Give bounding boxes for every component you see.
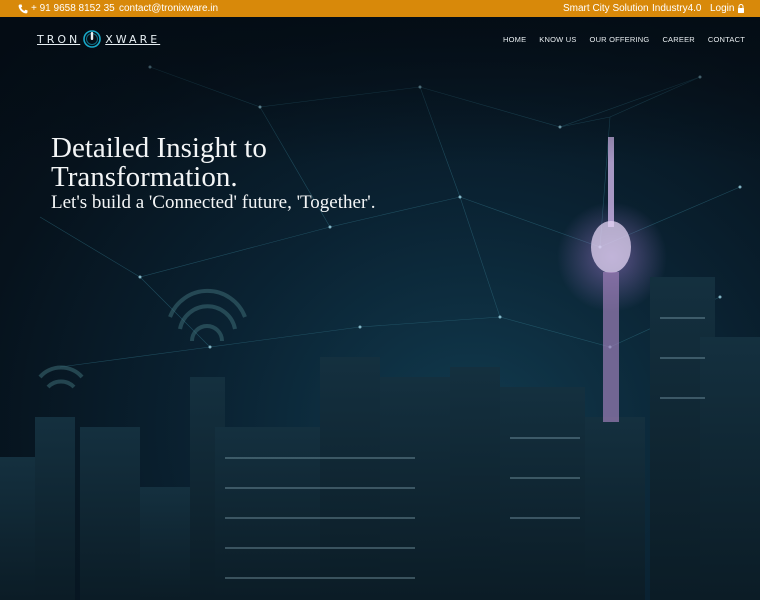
phone-icon xyxy=(18,4,28,13)
lock-icon xyxy=(738,4,745,13)
hero-headline-line-2: Transformation. xyxy=(51,161,238,193)
hero-section xyxy=(0,17,760,600)
nav-know-us[interactable]: KNOW US xyxy=(539,35,576,44)
login-label: Login xyxy=(710,3,735,14)
power-icon xyxy=(83,30,102,48)
hero-text: Detailed Insight to Transformation. Let'… xyxy=(51,134,375,214)
nav-home[interactable]: HOME xyxy=(503,35,526,44)
brand-logo[interactable]: TRON XWARE xyxy=(37,28,160,50)
hero-headline-line-1: Detailed Insight to xyxy=(51,132,267,164)
phone-contact[interactable]: + 91 9658 8152 35 xyxy=(18,0,115,17)
top-bar: + 91 9658 8152 35 contact@tronixware.in … xyxy=(0,0,760,17)
site-header: TRON XWARE HOME KNOW US OUR OFFERING CAR… xyxy=(0,17,760,61)
brand-name-right: XWARE xyxy=(105,32,161,46)
hero-subheadline: Let's build a 'Connected' future, 'Toget… xyxy=(51,192,376,213)
nav-career[interactable]: CAREER xyxy=(662,35,694,44)
nav-contact[interactable]: CONTACT xyxy=(708,35,745,44)
smart-city-solution-link[interactable]: Smart City Solution xyxy=(563,0,649,17)
phone-number: + 91 9658 8152 35 xyxy=(31,3,115,14)
industry-4-0-link[interactable]: Industry4.0 xyxy=(652,0,701,17)
main-nav: HOME KNOW US OUR OFFERING CAREER CONTACT xyxy=(490,17,745,61)
login-link[interactable]: Login xyxy=(710,0,745,17)
hero-city-skyline-image xyxy=(0,17,760,600)
email-link[interactable]: contact@tronixware.in xyxy=(119,0,218,17)
brand-name-left: TRON xyxy=(37,32,81,46)
nav-our-offering[interactable]: OUR OFFERING xyxy=(590,35,650,44)
